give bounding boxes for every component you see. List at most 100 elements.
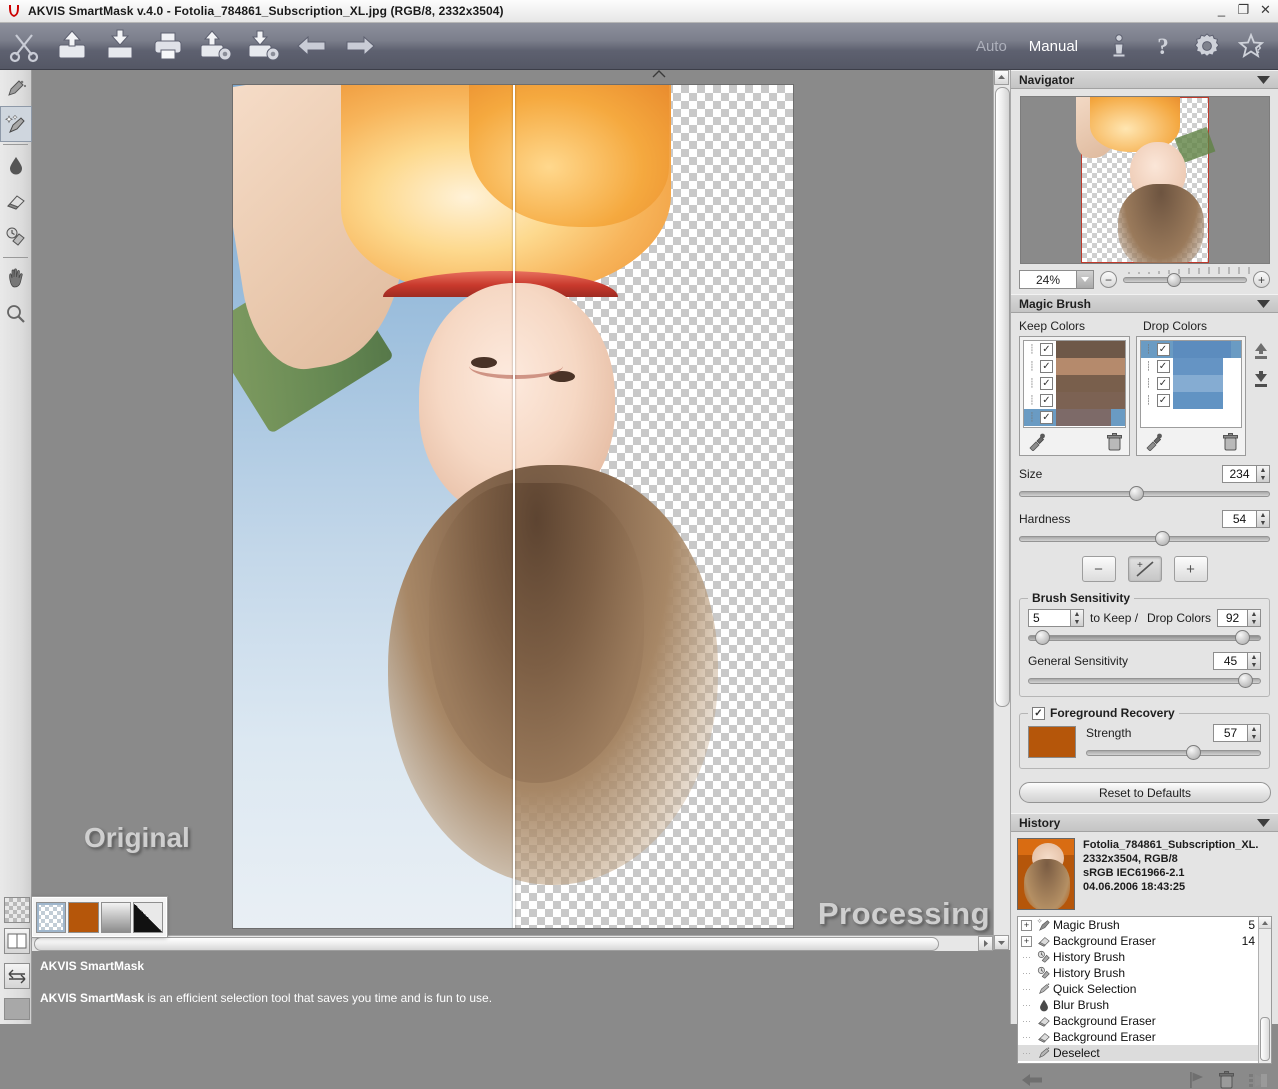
- history-clear-button[interactable]: [1248, 1071, 1268, 1089]
- reset-to-defaults-button[interactable]: Reset to Defaults: [1019, 782, 1271, 803]
- strength-slider-thumb[interactable]: [1185, 745, 1201, 760]
- navigator-header[interactable]: Navigator: [1011, 70, 1278, 89]
- maximize-button[interactable]: ❐: [1237, 3, 1250, 16]
- navigator-viewport[interactable]: [1075, 97, 1215, 263]
- history-row-selected[interactable]: ⋯ Deselect: [1018, 1045, 1271, 1061]
- drop-color-swatch[interactable]: [1172, 358, 1223, 375]
- scroll-down-button[interactable]: [994, 935, 1009, 950]
- history-brush-tool[interactable]: [0, 219, 32, 255]
- history-row[interactable]: ⋯ Background Eraser: [1018, 1013, 1271, 1029]
- chevron-down-icon-3[interactable]: [1257, 818, 1270, 827]
- stepper-down-icon[interactable]: ▼: [1248, 733, 1260, 741]
- minimize-button[interactable]: _: [1215, 3, 1228, 16]
- horizontal-scroll-thumb[interactable]: [34, 937, 939, 951]
- info-icon[interactable]: [1104, 31, 1134, 61]
- photo-preview[interactable]: [232, 84, 794, 929]
- history-scrollbar[interactable]: [1258, 917, 1271, 1063]
- bg-gradient-swatch[interactable]: [100, 901, 131, 933]
- scroll-right-button[interactable]: [978, 936, 993, 951]
- import-settings-icon[interactable]: [192, 24, 240, 68]
- stepper-up-icon[interactable]: ▲: [1248, 610, 1260, 618]
- keep-sensitivity-input[interactable]: [1028, 609, 1070, 627]
- keep-color-swatch[interactable]: [1056, 358, 1125, 375]
- drop-color-row-selected[interactable]: ┊ ✓: [1140, 341, 1241, 358]
- minus-mode-button[interactable]: −: [1081, 556, 1116, 582]
- stepper-down-icon[interactable]: ▼: [1248, 618, 1260, 626]
- hardness-stepper[interactable]: ▲ ▼: [1256, 510, 1270, 528]
- drop-sensitivity-stepper[interactable]: ▲ ▼: [1247, 609, 1261, 627]
- move-down-icon[interactable]: [1252, 370, 1270, 388]
- keep-sensitivity-spinner[interactable]: ▲▼: [1028, 609, 1084, 627]
- keep-color-row-selected[interactable]: ┊ ✓: [1024, 409, 1125, 426]
- general-sensitivity-thumb[interactable]: [1237, 673, 1253, 688]
- keep-color-checkbox[interactable]: ✓: [1040, 411, 1053, 424]
- plus-mode-button[interactable]: +: [1173, 556, 1208, 582]
- keep-color-swatch[interactable]: [1056, 341, 1125, 358]
- general-sensitivity-input[interactable]: [1213, 652, 1247, 670]
- history-back-button[interactable]: [1021, 1071, 1043, 1089]
- help-icon[interactable]: ?: [1148, 31, 1178, 61]
- open-image-icon[interactable]: [48, 24, 96, 68]
- drop-sensitivity-input[interactable]: [1217, 609, 1247, 627]
- stepper-up-icon[interactable]: ▲: [1071, 610, 1083, 618]
- magic-brush-header[interactable]: Magic Brush: [1011, 294, 1278, 313]
- before-after-split-line[interactable]: [513, 85, 515, 928]
- blur-brush-tool[interactable]: [0, 147, 32, 183]
- stepper-up-icon[interactable]: ▲: [1248, 653, 1260, 661]
- drop-color-row[interactable]: ┊ ✓: [1141, 392, 1242, 409]
- bg-transparent-swatch[interactable]: [36, 901, 67, 933]
- history-header[interactable]: History: [1011, 813, 1278, 832]
- size-spinner[interactable]: ▲▼: [1222, 465, 1270, 483]
- tab-manual[interactable]: Manual: [1029, 38, 1078, 55]
- drop-color-swatch[interactable]: [1172, 341, 1231, 358]
- canvas-vertical-scrollbar[interactable]: [993, 70, 1010, 950]
- keep-color-row[interactable]: ┊ ✓: [1024, 392, 1125, 409]
- canvas-horizontal-scrollbar[interactable]: [32, 935, 993, 951]
- redo-icon[interactable]: [336, 24, 384, 68]
- drop-color-row[interactable]: ┊ ✓: [1141, 375, 1242, 392]
- chevron-down-icon[interactable]: [1257, 75, 1270, 84]
- drop-sensitivity-thumb[interactable]: [1235, 630, 1251, 645]
- keep-color-checkbox[interactable]: ✓: [1040, 394, 1053, 407]
- zoom-in-button[interactable]: +: [1253, 271, 1270, 288]
- drop-color-row[interactable]: ┊ ✓: [1141, 358, 1242, 375]
- history-scroll-up-button[interactable]: [1259, 917, 1271, 929]
- print-icon[interactable]: [144, 24, 192, 68]
- size-stepper[interactable]: ▲ ▼: [1256, 465, 1270, 483]
- image-canvas[interactable]: Original Processing: [32, 70, 1010, 950]
- stepper-up-icon[interactable]: ▲: [1257, 466, 1269, 474]
- scroll-up-button[interactable]: [994, 70, 1009, 85]
- hardness-slider[interactable]: [1019, 531, 1270, 546]
- zoom-out-button[interactable]: −: [1100, 271, 1117, 288]
- eyedropper-icon[interactable]: [1027, 432, 1046, 451]
- strength-input[interactable]: [1213, 724, 1247, 742]
- tab-auto[interactable]: Auto: [976, 38, 1007, 55]
- split-view-button[interactable]: [4, 928, 30, 954]
- settings-gear-icon[interactable]: [1192, 31, 1222, 61]
- chevron-down-icon-2[interactable]: [1257, 299, 1270, 308]
- foreground-color-swatch[interactable]: [1028, 726, 1076, 758]
- stepper-up-icon[interactable]: ▲: [1257, 511, 1269, 519]
- keep-color-checkbox[interactable]: ✓: [1040, 377, 1053, 390]
- history-delete-button[interactable]: [1219, 1071, 1234, 1089]
- history-row[interactable]: ⋯ Background Eraser: [1018, 1029, 1271, 1045]
- export-settings-icon[interactable]: [240, 24, 288, 68]
- bg-orange-swatch[interactable]: [68, 901, 99, 933]
- zoom-slider[interactable]: [1123, 267, 1250, 288]
- hand-tool[interactable]: [0, 260, 32, 296]
- sensitivity-range-slider[interactable]: [1028, 630, 1261, 645]
- zoom-value[interactable]: 24%: [1019, 270, 1077, 289]
- size-slider[interactable]: [1019, 486, 1270, 501]
- save-image-icon[interactable]: [96, 24, 144, 68]
- hardness-spinner[interactable]: ▲▼: [1222, 510, 1270, 528]
- history-row[interactable]: + Background Eraser 14: [1018, 933, 1271, 949]
- history-row[interactable]: ⋯ History Brush: [1018, 965, 1271, 981]
- trash-icon[interactable]: [1106, 432, 1122, 451]
- close-button[interactable]: ✕: [1259, 3, 1272, 16]
- drop-color-checkbox[interactable]: ✓: [1156, 394, 1170, 407]
- keep-colors-list[interactable]: ┊ ✓ ┊ ✓ ┊ ✓ ┊ ✓ ┊ ✓: [1023, 340, 1126, 428]
- hardness-slider-thumb[interactable]: [1154, 531, 1170, 546]
- drop-color-checkbox[interactable]: ✓: [1156, 377, 1170, 390]
- zoom-slider-thumb[interactable]: [1167, 273, 1181, 287]
- keep-color-row[interactable]: ┊ ✓: [1024, 375, 1125, 392]
